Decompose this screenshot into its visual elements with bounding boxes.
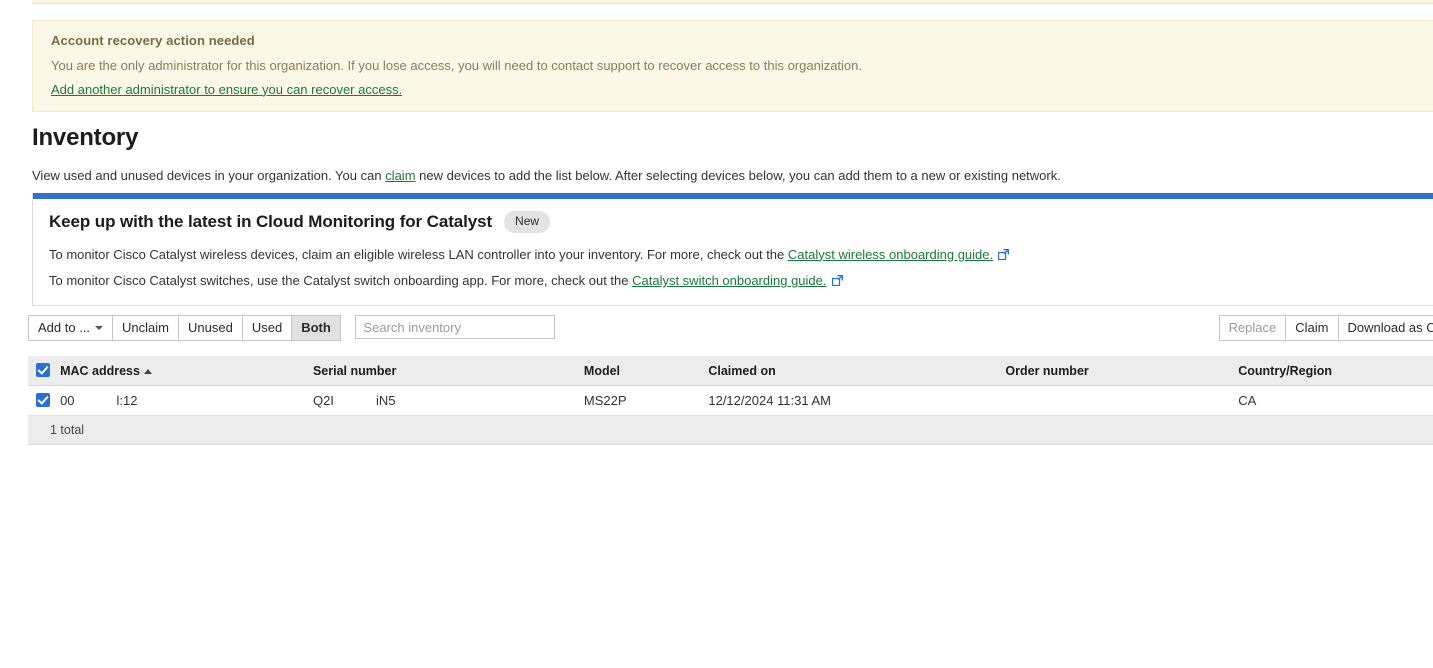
- catalyst-switch-text: To monitor Cisco Catalyst switches, use …: [49, 273, 633, 289]
- filter-both-button[interactable]: Both: [291, 315, 341, 341]
- catalyst-banner-header: Keep up with the latest in Cloud Monitor…: [49, 211, 1417, 233]
- cell-country-region: CA: [1232, 385, 1433, 416]
- column-header-mac-address[interactable]: MAC address: [54, 356, 307, 386]
- column-header-serial-number[interactable]: Serial number: [306, 356, 578, 386]
- row-select-cell: [28, 385, 55, 416]
- catalyst-wireless-guide-link[interactable]: Catalyst wireless onboarding guide.: [788, 247, 993, 262]
- catalyst-wireless-line: To monitor Cisco Catalyst wireless devic…: [49, 245, 1417, 265]
- cell-mac-address: 00 l:12: [54, 385, 307, 416]
- filter-unused-button[interactable]: Unused: [178, 315, 242, 341]
- cell-serial-number: Q2I iN5: [306, 385, 578, 416]
- catalyst-switch-guide-link[interactable]: Catalyst switch onboarding guide.: [632, 273, 826, 288]
- page-description: View used and unused devices in your org…: [32, 168, 1061, 183]
- row-checkbox[interactable]: [36, 393, 50, 407]
- account-recovery-title: Account recovery action needed: [51, 33, 255, 48]
- add-to-dropdown-button[interactable]: Add to ...: [28, 315, 113, 341]
- toolbar-left-buttons: Add to ... Unclaim Unused Used Both: [28, 315, 341, 341]
- select-all-checkbox[interactable]: [36, 363, 50, 377]
- column-header-country-region[interactable]: Country/Region: [1232, 356, 1433, 386]
- account-recovery-body: You are the only administrator for this …: [51, 58, 863, 73]
- table-header-row: MAC address Serial number Model Claimed …: [28, 356, 1433, 386]
- download-csv-button[interactable]: Download as CSV: [1337, 315, 1433, 341]
- add-to-label: Add to ...: [38, 320, 91, 335]
- cell-claimed-on: 12/12/2024 11:31 AM: [702, 385, 1000, 416]
- mac-address-prefix: 00: [60, 393, 75, 408]
- sort-ascending-icon: [143, 368, 152, 374]
- serial-number-suffix: iN5: [375, 393, 396, 408]
- inventory-page: Account recovery action needed You are t…: [0, 0, 1433, 668]
- inventory-table-wrapper: MAC address Serial number Model Claimed …: [28, 356, 1433, 445]
- replace-button[interactable]: Replace: [1218, 315, 1286, 341]
- inventory-toolbar: Add to ... Unclaim Unused Used Both Repl…: [28, 315, 1433, 341]
- filter-used-button[interactable]: Used: [241, 315, 292, 341]
- table-total-row: 1 total: [28, 416, 1433, 445]
- inventory-table: MAC address Serial number Model Claimed …: [28, 356, 1433, 416]
- external-link-icon[interactable]: [831, 275, 843, 287]
- cell-model: MS22P: [577, 385, 703, 416]
- search-input[interactable]: [355, 315, 556, 339]
- catalyst-wireless-text: To monitor Cisco Catalyst wireless devic…: [49, 246, 788, 262]
- unclaim-button[interactable]: Unclaim: [112, 315, 179, 341]
- claim-link[interactable]: claim: [385, 168, 415, 183]
- toolbar-right-buttons: Replace Claim Download as CSV: [1218, 315, 1433, 341]
- column-header-model[interactable]: Model: [577, 356, 703, 386]
- page-description-part2: new devices to add the list below. After…: [415, 168, 1061, 183]
- catalyst-info-banner: Keep up with the latest in Cloud Monitor…: [32, 193, 1433, 306]
- column-header-mac-address-label: MAC address: [60, 363, 140, 378]
- select-all-header: [28, 356, 55, 386]
- table-body: 00 l:12 Q2I iN5 MS22P 12/12/2024 11:31 AM …: [28, 385, 1433, 416]
- catalyst-banner-title: Keep up with the latest in Cloud Monitor…: [49, 211, 493, 231]
- claim-button[interactable]: Claim: [1285, 315, 1338, 341]
- catalyst-switch-line: To monitor Cisco Catalyst switches, use …: [49, 271, 1417, 291]
- mac-address-suffix: l:12: [116, 393, 138, 408]
- external-link-icon[interactable]: [998, 248, 1010, 260]
- table-row[interactable]: 00 l:12 Q2I iN5 MS22P 12/12/2024 11:31 AM …: [28, 385, 1433, 416]
- previous-banner-sliver: [32, 0, 1433, 4]
- add-administrator-link[interactable]: Add another administrator to ensure you …: [51, 82, 402, 97]
- account-recovery-banner: Account recovery action needed You are t…: [32, 20, 1433, 112]
- column-header-claimed-on[interactable]: Claimed on: [702, 356, 1000, 386]
- table-head: MAC address Serial number Model Claimed …: [28, 356, 1433, 386]
- new-badge: New: [504, 211, 551, 233]
- cell-order-number: [999, 385, 1233, 416]
- serial-number-prefix: Q2I: [312, 393, 334, 408]
- chevron-down-icon: [95, 326, 104, 330]
- column-header-order-number[interactable]: Order number: [999, 356, 1233, 386]
- page-description-part1: View used and unused devices in your org…: [32, 168, 386, 183]
- page-title: Inventory: [32, 124, 139, 151]
